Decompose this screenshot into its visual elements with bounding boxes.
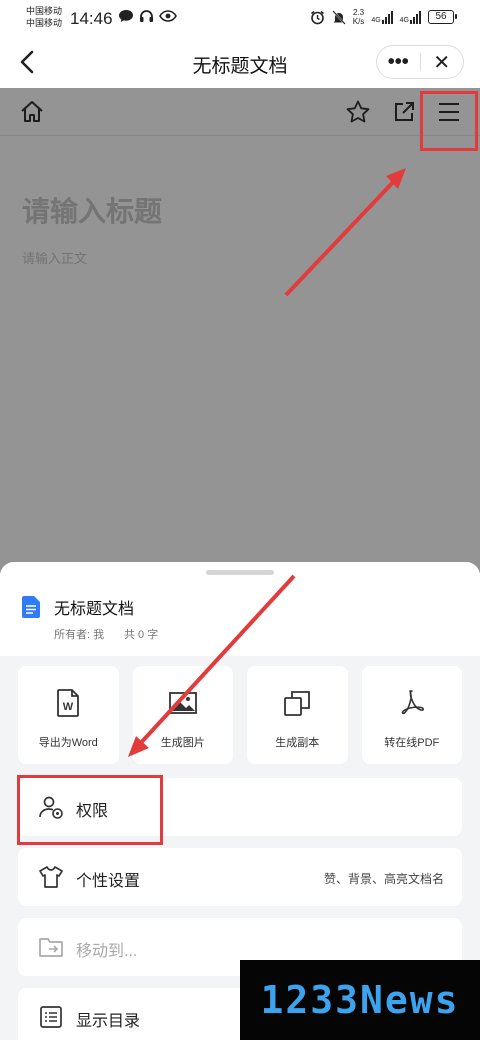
watermark-logo: 1233News — [240, 960, 480, 1040]
alarm-icon — [310, 10, 324, 24]
row-label: 显示目录 — [76, 1013, 141, 1030]
online-pdf-button[interactable]: 转在线PDF — [361, 666, 462, 764]
nav-bar: 无标题文档 ••• ✕ — [0, 36, 480, 88]
drag-handle[interactable] — [206, 570, 274, 575]
make-copy-button[interactable]: 生成副本 — [247, 666, 348, 764]
row-label: 移动到... — [76, 943, 138, 960]
sheet-header: 无标题文档 所有者: 我 共 0 字 — [0, 562, 480, 656]
action-label: 导出为Word — [38, 737, 98, 749]
owner-label: 所有者: 我 — [54, 629, 105, 641]
clock: 14:46 — [70, 9, 113, 28]
signal-1-icon: 4G — [371, 10, 393, 24]
more-button[interactable]: ••• — [377, 46, 420, 78]
row-label: 个性设置 — [76, 873, 141, 890]
pdf-icon — [401, 690, 424, 715]
close-button[interactable]: ✕ — [421, 46, 464, 78]
notification-icons — [118, 9, 177, 23]
action-label: 生成图片 — [160, 737, 205, 749]
sim1-label: 4G — [371, 16, 381, 24]
mini-program-capsule: ••• ✕ — [376, 45, 464, 79]
image-icon — [168, 692, 197, 714]
eye-icon — [159, 10, 177, 22]
word-file-icon: W — [57, 689, 80, 717]
carrier-2: 中国移动 — [26, 18, 63, 28]
net-speed: 2.3 K/s — [353, 8, 365, 26]
net-speed-value: 2.3 — [352, 8, 365, 17]
list-icon — [40, 1006, 62, 1028]
action-label: 转在线PDF — [384, 737, 440, 749]
menu-highlight-box — [420, 91, 478, 151]
system-icons: 2.3 K/s 4G 4G 56 — [310, 8, 457, 26]
word-count: 共 0 字 — [124, 629, 159, 641]
document-icon — [22, 596, 40, 618]
folder-move-icon — [39, 938, 63, 957]
action-label: 生成副本 — [275, 737, 320, 749]
status-bar: 中国移动 中国移动 14:46 2.3 K/s 4G 4G 56 — [0, 0, 480, 36]
headphones-icon — [140, 10, 153, 22]
sim2-label: 4G — [399, 16, 409, 24]
personalize-item[interactable]: 个性设置 赞、背景、高亮文档名 — [18, 848, 462, 906]
message-icon — [119, 10, 133, 22]
signal-2-icon: 4G — [399, 10, 421, 24]
sheet-doc-title: 无标题文档 — [54, 601, 135, 618]
carrier-1: 中国移动 — [26, 6, 63, 16]
tshirt-icon — [39, 866, 63, 888]
export-word-button[interactable]: W 导出为Word — [18, 666, 119, 764]
permissions-highlight-box — [17, 775, 163, 845]
carrier-names: 中国移动 中国移动 — [26, 5, 62, 29]
copy-icon — [284, 691, 311, 716]
generate-image-button[interactable]: 生成图片 — [132, 666, 233, 764]
net-speed-unit: K/s — [352, 17, 365, 26]
action-grid: W 导出为Word 生成图片 生成副本 转在线PDF — [18, 666, 462, 764]
svg-text:W: W — [63, 701, 74, 713]
battery-icon: 56 — [428, 10, 457, 24]
row-hint: 赞、背景、高亮文档名 — [323, 872, 444, 886]
mute-icon — [332, 9, 346, 25]
